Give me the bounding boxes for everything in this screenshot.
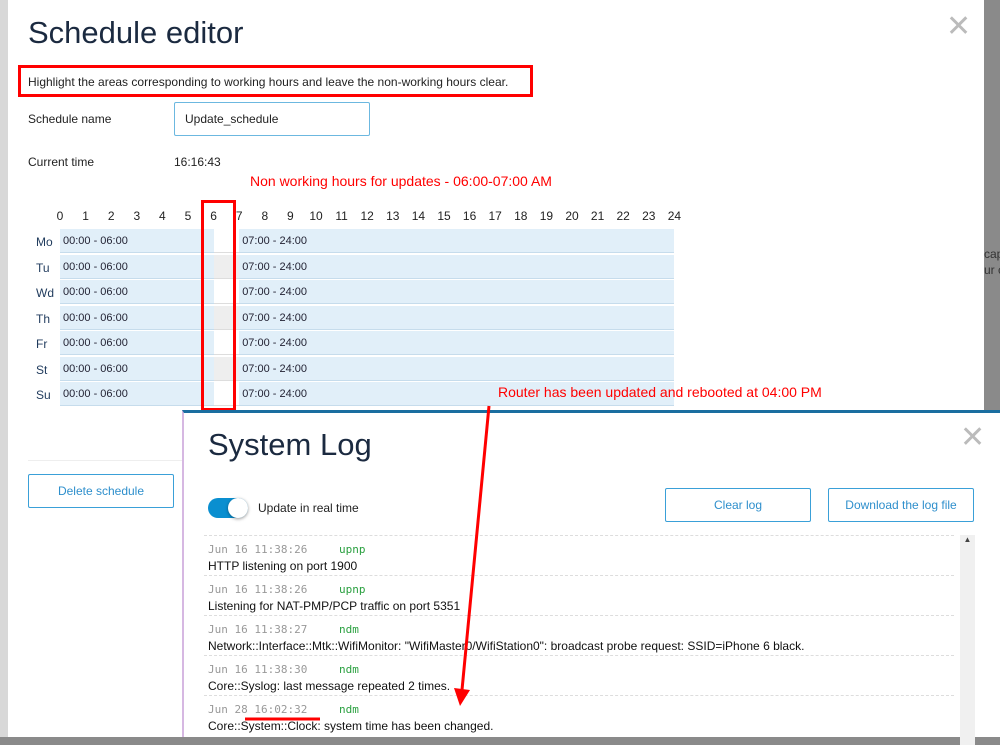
annotation-arrow <box>245 405 491 721</box>
arrow-shaft <box>460 405 491 691</box>
arrow-head <box>454 688 470 706</box>
